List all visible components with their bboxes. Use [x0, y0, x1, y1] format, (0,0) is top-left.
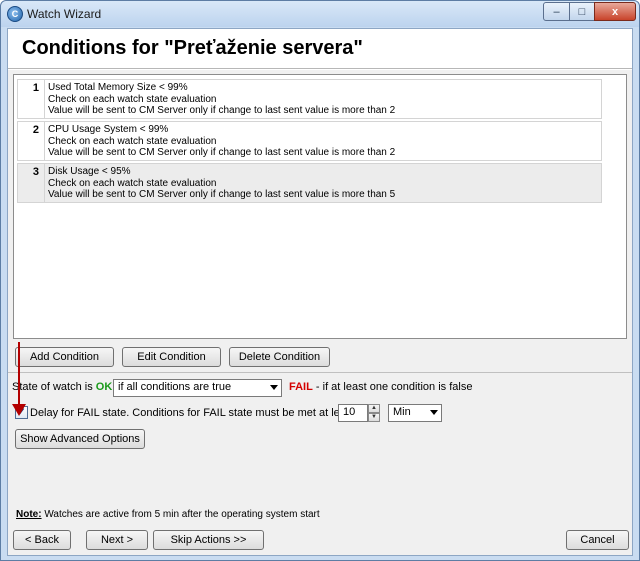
- conditions-list[interactable]: 1 Used Total Memory Size < 99% Check on …: [13, 74, 627, 339]
- next-button[interactable]: Next >: [86, 530, 148, 550]
- condition-text: Disk Usage < 95% Check on each watch sta…: [48, 166, 598, 201]
- condition-text: Used Total Memory Size < 99% Check on ea…: [48, 82, 598, 117]
- spin-down-icon[interactable]: ▼: [368, 413, 380, 422]
- back-button[interactable]: < Back: [13, 530, 71, 550]
- state-label: State of watch is OK: [12, 381, 112, 393]
- minimize-button[interactable]: –: [543, 2, 570, 21]
- skip-actions-button[interactable]: Skip Actions >>: [153, 530, 264, 550]
- condition-send-info: Value will be sent to CM Server only if …: [48, 147, 396, 158]
- cancel-button[interactable]: Cancel: [566, 530, 629, 550]
- page-title: Conditions for "Preťaženie servera": [22, 37, 363, 59]
- condition-check-info: Check on each watch state evaluation: [48, 177, 217, 189]
- ok-condition-select-value: if all conditions are true: [118, 381, 232, 393]
- show-advanced-options-button[interactable]: Show Advanced Options: [15, 429, 145, 449]
- condition-number: 1: [18, 80, 45, 118]
- wizard-header: Conditions for "Preťaženie servera": [8, 29, 632, 69]
- delete-condition-button[interactable]: Delete Condition: [229, 347, 330, 367]
- condition-check-info: Check on each watch state evaluation: [48, 135, 217, 147]
- delay-unit-select[interactable]: Min: [388, 404, 442, 422]
- spin-up-icon[interactable]: ▲: [368, 404, 380, 413]
- ok-condition-select[interactable]: if all conditions are true: [113, 379, 282, 397]
- ok-label: OK: [95, 381, 113, 393]
- fail-label: FAIL: [289, 381, 313, 393]
- title-bar[interactable]: C Watch Wizard – □ x: [1, 1, 639, 27]
- state-prefix: State of watch is: [12, 381, 93, 393]
- divider: [8, 372, 632, 373]
- chevron-down-icon: [430, 410, 438, 415]
- fail-description: FAIL - if at least one condition is fals…: [289, 381, 472, 393]
- window-title: Watch Wizard: [27, 7, 102, 21]
- annotation-arrow-icon: [12, 404, 26, 416]
- delay-value-spinner[interactable]: ▲ ▼: [368, 404, 380, 422]
- condition-summary: Disk Usage < 95%: [48, 166, 131, 177]
- condition-row[interactable]: 2 CPU Usage System < 99% Check on each w…: [17, 121, 602, 161]
- note-prefix: Note:: [16, 509, 42, 520]
- note-body: Watches are active from 5 min after the …: [44, 509, 320, 520]
- condition-number: 3: [18, 164, 45, 202]
- condition-row[interactable]: 1 Used Total Memory Size < 99% Check on …: [17, 79, 602, 119]
- condition-send-info: Value will be sent to CM Server only if …: [48, 189, 396, 200]
- app-icon: C: [7, 6, 23, 22]
- close-button[interactable]: x: [594, 2, 636, 21]
- wizard-body: 1 Used Total Memory Size < 99% Check on …: [8, 70, 632, 555]
- condition-send-info: Value will be sent to CM Server only if …: [48, 105, 396, 116]
- delay-value-input[interactable]: 10: [338, 404, 368, 422]
- wizard-client-area: Conditions for "Preťaženie servera" 1 Us…: [7, 28, 633, 556]
- edit-condition-button[interactable]: Edit Condition: [122, 347, 221, 367]
- maximize-button[interactable]: □: [569, 2, 595, 21]
- condition-check-info: Check on each watch state evaluation: [48, 93, 217, 105]
- watch-wizard-window: C Watch Wizard – □ x Conditions for "Pre…: [0, 0, 640, 561]
- condition-row[interactable]: 3 Disk Usage < 95% Check on each watch s…: [17, 163, 602, 203]
- delay-unit-value: Min: [393, 406, 411, 418]
- add-condition-button[interactable]: Add Condition: [15, 347, 114, 367]
- note-text: Note: Watches are active from 5 min afte…: [16, 509, 320, 520]
- chevron-down-icon: [270, 385, 278, 390]
- condition-number: 2: [18, 122, 45, 160]
- annotation-arrow-shaft: [18, 342, 20, 406]
- condition-summary: Used Total Memory Size < 99%: [48, 82, 188, 93]
- condition-text: CPU Usage System < 99% Check on each wat…: [48, 124, 598, 159]
- fail-text: - if at least one condition is false: [315, 381, 473, 393]
- delay-fail-label: Delay for FAIL state. Conditions for FAI…: [30, 407, 355, 419]
- condition-summary: CPU Usage System < 99%: [48, 124, 169, 135]
